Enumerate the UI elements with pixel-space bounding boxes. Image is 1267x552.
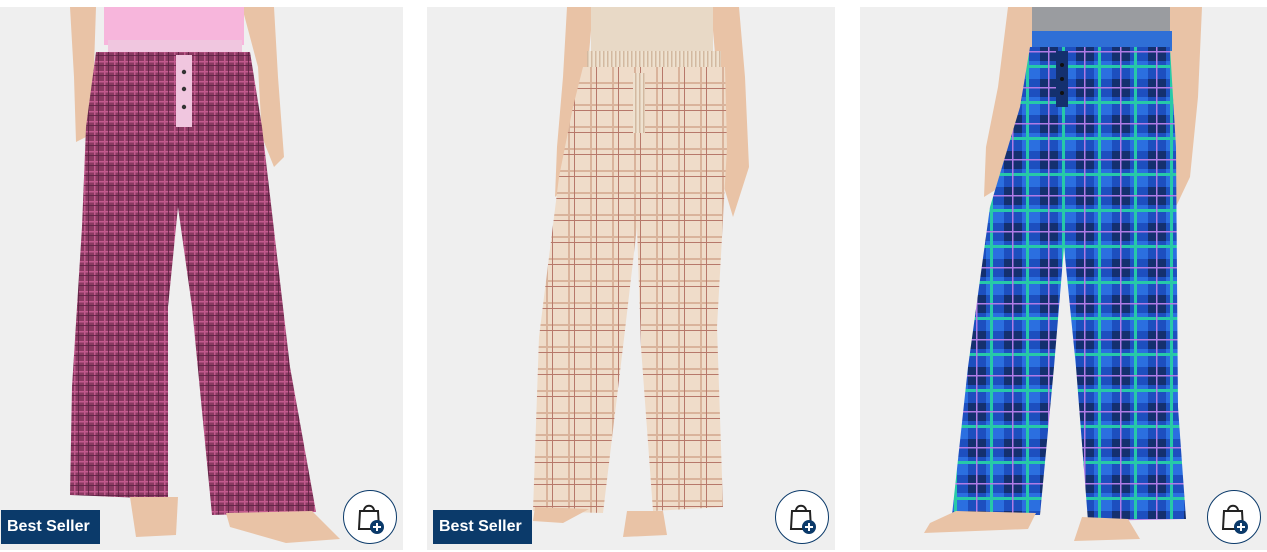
product-grid: Best Seller Best Seller	[0, 0, 1267, 552]
product-card[interactable]: Best Seller	[0, 7, 403, 550]
product-card[interactable]: Best Seller	[427, 7, 835, 550]
add-to-bag-button[interactable]	[343, 490, 397, 544]
add-to-bag-button[interactable]	[775, 490, 829, 544]
best-seller-badge: Best Seller	[1, 510, 100, 544]
shopping-bag-plus-icon	[357, 504, 384, 534]
product-card[interactable]	[860, 7, 1267, 550]
shopping-bag-plus-icon	[789, 504, 816, 534]
shopping-bag-plus-icon	[1221, 504, 1248, 534]
best-seller-badge: Best Seller	[433, 510, 532, 544]
product-image[interactable]	[860, 7, 1267, 550]
product-image[interactable]	[0, 7, 403, 550]
add-to-bag-button[interactable]	[1207, 490, 1261, 544]
product-image[interactable]	[427, 7, 835, 550]
